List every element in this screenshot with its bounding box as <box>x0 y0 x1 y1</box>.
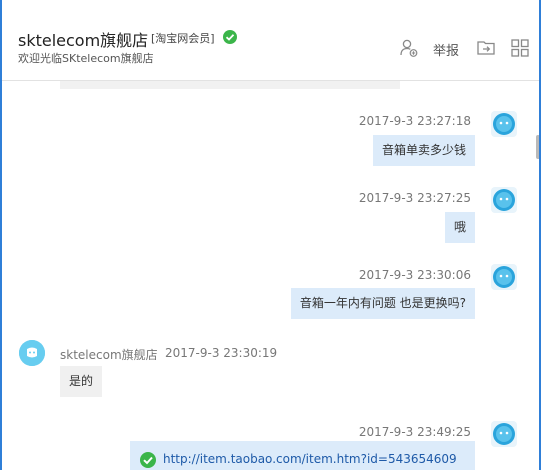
user-avatar[interactable] <box>491 421 517 447</box>
export-icon[interactable] <box>476 38 496 58</box>
welcome-text: 欢迎光临SKtelecom旗舰店 <box>18 52 154 65</box>
outgoing-message-bubble: 音箱一年内有问题 也是更换吗? <box>290 288 475 319</box>
safe-link-check-icon <box>140 452 156 468</box>
message-timestamp: 2017-9-3 23:27:18 <box>358 114 471 128</box>
store-name[interactable]: sktelecom旗舰店 <box>18 27 148 51</box>
chat-scrollbar[interactable] <box>535 81 539 470</box>
message-timestamp: 2017-9-3 23:30:06 <box>358 268 471 282</box>
outgoing-message-bubble: 哦 <box>444 212 475 243</box>
link-message-bubble[interactable]: http://item.taobao.com/item.htm?id=54365… <box>130 441 475 470</box>
user-avatar[interactable] <box>491 264 517 290</box>
verified-check-icon <box>223 30 237 44</box>
member-badge: [淘宝网会员] <box>151 32 215 45</box>
message-timestamp: 2017-9-3 23:30:19 <box>165 346 278 360</box>
item-link[interactable]: http://item.taobao.com/item.htm?id=54365… <box>163 452 457 466</box>
user-avatar[interactable] <box>491 187 517 213</box>
scrollbar-thumb[interactable] <box>536 135 539 159</box>
grid-icon[interactable] <box>510 38 530 58</box>
chat-history[interactable]: 2017-9-3 23:27:18 音箱单卖多少钱 2017-9-3 23:27… <box>2 81 539 470</box>
sender-name: sktelecom旗舰店 <box>60 348 158 362</box>
add-user-icon[interactable] <box>399 38 419 58</box>
message-timestamp: 2017-9-3 23:49:25 <box>358 425 471 439</box>
previous-message-bubble <box>60 81 400 89</box>
incoming-message-bubble: 是的 <box>60 366 103 397</box>
shop-avatar[interactable] <box>19 340 45 366</box>
outgoing-message-bubble: 音箱单卖多少钱 <box>372 135 475 166</box>
user-avatar[interactable] <box>491 111 517 137</box>
message-timestamp: 2017-9-3 23:27:25 <box>358 191 471 205</box>
report-button[interactable]: 举报 <box>433 40 459 59</box>
chat-header: sktelecom旗舰店 [淘宝网会员] 欢迎光临SKtelecom旗舰店 举报 <box>2 0 539 81</box>
